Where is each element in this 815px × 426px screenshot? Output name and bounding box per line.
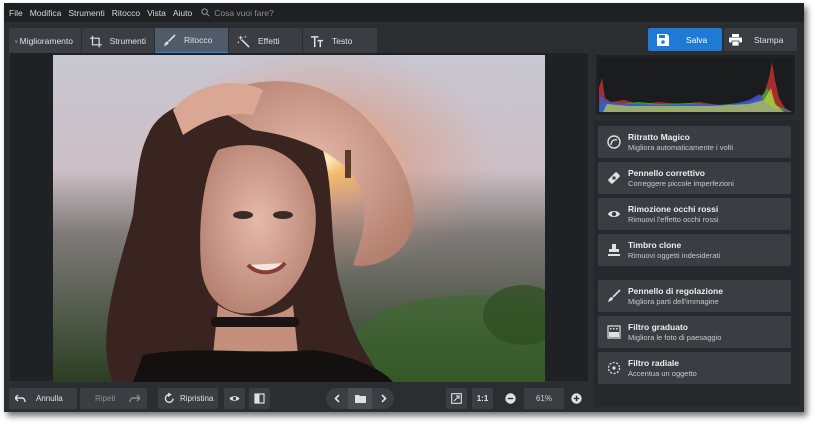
menu-aiuto[interactable]: Aiuto [173,8,192,18]
printer-icon [729,33,742,46]
preview-button[interactable] [224,388,245,409]
menu-strumenti[interactable]: Strumenti [68,8,104,18]
zoom-in-icon [570,393,582,404]
chevron-left-icon [333,394,340,403]
zoom-out-icon [504,393,516,404]
prev-image-button[interactable] [326,393,348,404]
tool-desc: Accentua un oggetto [628,368,697,378]
undo-label: Annulla [36,394,63,403]
tab-miglioramento[interactable]: Miglioramento [9,28,82,54]
actual-size-label: 1:1 [476,394,489,403]
print-label: Stampa [754,34,784,45]
navigation-group [326,388,394,409]
chevron-right-icon [380,394,387,403]
tool-pennello-regolazione[interactable]: Pennello di regolazione Migliora parti de… [598,280,791,312]
compare-button[interactable] [249,388,270,409]
actual-size-button[interactable]: 1:1 [472,388,493,409]
search-box[interactable]: Cosa vuoi fare? [201,8,274,18]
reset-button[interactable]: Ripristina [158,388,218,409]
tool-desc: Rimuovi l'effetto occhi rossi [628,214,719,224]
folder-icon [354,395,366,403]
clone-stamp-icon [608,244,620,256]
brush-icon [163,33,176,46]
tab-bar: Miglioramento Strumenti Ritocco Effetti … [9,28,378,54]
tab-effetti[interactable]: Effetti [229,28,303,54]
tool-title: Pennello di regolazione [628,285,723,296]
search-icon [201,8,210,17]
tool-rimozione-occhi-rossi[interactable]: Rimozione occhi rossi Rimuovi l'effetto o… [598,198,791,230]
tab-testo[interactable]: Testo [303,28,378,54]
text-icon [311,35,324,47]
tool-timbro-clone[interactable]: Timbro clone Rimuovi oggetti indesiderati [598,234,791,266]
next-image-button[interactable] [372,393,394,404]
save-button[interactable]: Salva [648,28,722,51]
tab-label: Testo [332,36,353,46]
tab-label: Strumenti [109,36,146,46]
magic-portrait-icon [607,135,621,149]
tab-strumenti[interactable]: Strumenti [82,28,155,54]
tool-desc: Migliora parti dell'immagine [628,296,719,306]
radial-filter-icon [607,361,621,375]
photo [53,55,545,382]
tab-label: Miglioramento [19,36,73,46]
fit-screen-button[interactable] [446,388,467,409]
healing-brush-icon [608,172,620,184]
bottom-bar: Annulla Ripeti Ripristina 1:1 61% [4,384,591,412]
print-button[interactable]: Stampa [724,28,797,51]
redo-button[interactable]: Ripeti [80,388,147,409]
tool-ritratto-magico[interactable]: Ritratto Magico Migliora automaticamente … [598,126,791,158]
tab-label: Effetti [258,36,280,46]
undo-button[interactable]: Annulla [9,388,77,409]
menu-vista[interactable]: Vista [147,8,166,18]
undo-icon [15,394,26,403]
tool-filtro-graduato[interactable]: Filtro graduato Migliora le foto di paesa… [598,316,791,348]
zoom-in-button[interactable] [567,388,585,409]
tool-pennello-correttivo[interactable]: Pennello correttivo Correggere piccole im… [598,162,791,194]
tab-ritocco[interactable]: Ritocco [155,28,229,54]
adjustment-brush-icon [608,289,621,302]
reset-label: Ripristina [180,394,214,403]
menu-modifica[interactable]: Modifica [30,8,62,18]
tool-desc: Migliora le foto di paesaggio [628,332,722,342]
tool-title: Ritratto Magico [628,131,690,142]
retouch-tools-panel: Ritratto Magico Migliora automaticamente … [594,120,800,407]
save-icon [657,33,669,46]
sliders-icon [15,39,18,43]
compare-icon [254,393,265,404]
tab-label: Ritocco [184,35,213,45]
portrait-image [53,55,545,382]
redo-icon [129,394,141,403]
crop-icon [90,35,102,47]
tool-title: Filtro graduato [628,321,688,332]
reset-icon [164,393,174,403]
magic-wand-icon [237,34,250,48]
fit-screen-icon [451,393,462,404]
tool-title: Rimozione occhi rossi [628,203,719,214]
tool-title: Filtro radiale [628,357,680,368]
eye-icon [229,396,240,401]
menu-bar: File Modifica Strumenti Ritocco Vista Ai… [4,3,804,22]
tool-title: Pennello correttivo [628,167,705,178]
app-window: File Modifica Strumenti Ritocco Vista Ai… [4,3,804,412]
redo-label: Ripeti [95,394,116,403]
open-folder-button[interactable] [348,388,372,409]
tool-desc: Migliora automaticamente i volti [628,142,734,152]
tool-desc: Rimuovi oggetti indesiderati [628,250,721,260]
tool-desc: Correggere piccole imperfezioni [628,178,734,188]
zoom-field[interactable]: 61% [524,388,564,409]
zoom-value: 61% [535,394,552,403]
image-canvas[interactable] [10,53,588,382]
zoom-out-button[interactable] [501,388,519,409]
histogram [596,55,795,115]
eye-icon [608,211,620,217]
tool-filtro-radiale[interactable]: Filtro radiale Accentua un oggetto [598,352,791,384]
graduated-filter-icon [607,325,621,339]
search-placeholder: Cosa vuoi fare? [214,7,274,18]
tool-title: Timbro clone [628,239,682,250]
menu-file[interactable]: File [9,8,23,18]
save-label: Salva [686,34,708,45]
menu-ritocco[interactable]: Ritocco [112,8,140,18]
toolbar: Miglioramento Strumenti Ritocco Effetti … [4,24,804,54]
histogram-graph [599,58,792,112]
